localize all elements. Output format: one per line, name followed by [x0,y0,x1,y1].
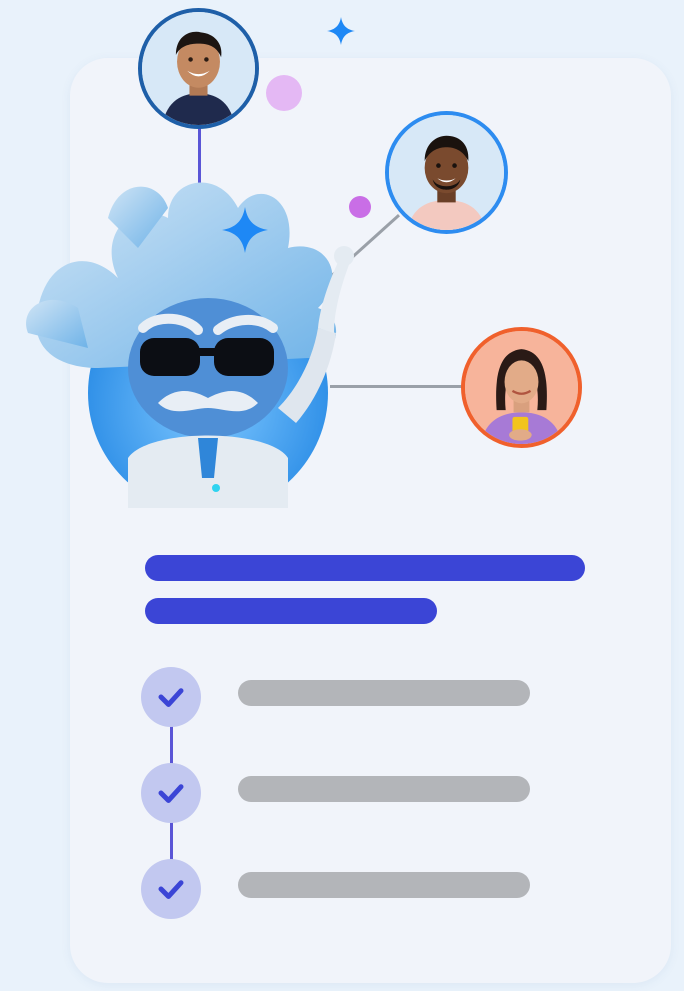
checklist-check-icon-1 [141,667,201,727]
illustration-canvas [0,0,684,991]
title-placeholder-line-2 [145,598,437,624]
ai-mascot-illustration [18,158,378,508]
checklist-text-placeholder-3 [238,872,530,898]
checklist-text-placeholder-1 [238,680,530,706]
checklist-connector-2 [170,822,173,862]
sparkle-icon-top [327,17,355,45]
checklist-text-placeholder-2 [238,776,530,802]
checklist-check-icon-2 [141,763,201,823]
decor-dot-large [266,75,302,111]
avatar-person-2 [385,111,508,234]
avatar-person-3 [461,327,582,448]
sparkle-icon-mascot [222,207,268,253]
checklist-check-icon-3 [141,859,201,919]
avatar-person-1 [138,8,259,129]
checklist-connector-1 [170,726,173,766]
title-placeholder-line-1 [145,555,585,581]
